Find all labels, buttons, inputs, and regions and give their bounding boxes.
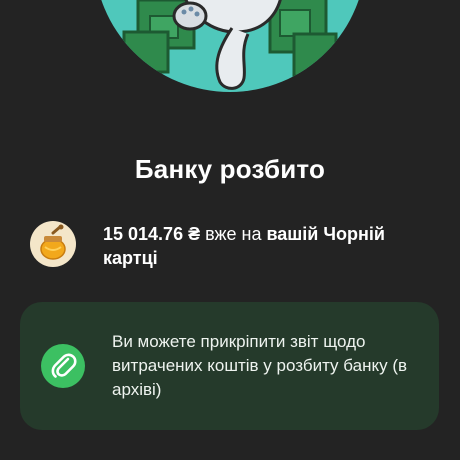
- paperclip-icon: [41, 344, 85, 388]
- card-name: вашій Чорній: [266, 224, 385, 244]
- balance-message: 15 014.76 ₴ вже на вашій Чорній картці: [103, 222, 433, 270]
- attach-report-text: Ви можете прикріпити звіт щодо витрачени…: [112, 332, 408, 399]
- attach-report-card[interactable]: Ви можете прикріпити звіт щодо витрачени…: [20, 302, 439, 430]
- balance-amount: 15 014.76 ₴: [103, 224, 201, 244]
- page-title: Банку розбито: [134, 154, 326, 184]
- card-suffix: картці: [103, 248, 158, 268]
- cat-with-money-image: [122, 0, 338, 90]
- balance-middle-text: вже на: [200, 224, 267, 244]
- honey-jar-icon: [30, 221, 76, 267]
- broken-jar-illustration: [94, 0, 366, 92]
